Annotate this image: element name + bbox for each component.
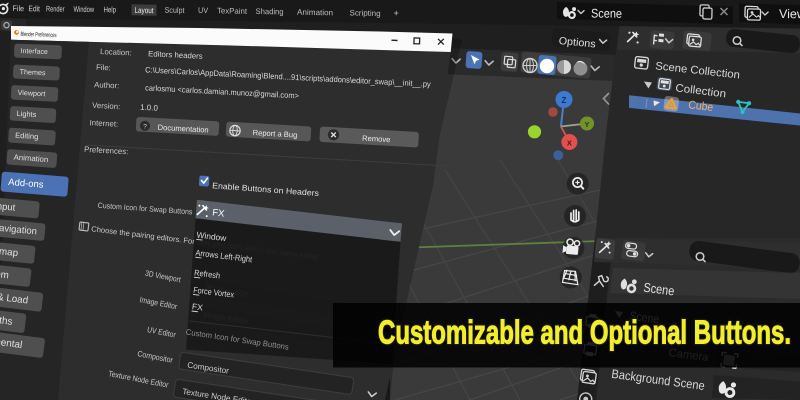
svg-text:Themes: Themes <box>19 67 46 77</box>
svg-text:Internet:: Internet: <box>89 118 118 128</box>
svg-text:Render: Render <box>46 4 65 13</box>
svg-text:TexPaint: TexPaint <box>217 6 248 16</box>
svg-text:Location:: Location: <box>100 47 132 57</box>
svg-text:Customizable and Optional Butt: Customizable and Optional Buttons. <box>378 315 791 352</box>
svg-text:Help: Help <box>103 5 116 14</box>
svg-text:FX: FX <box>212 207 226 219</box>
svg-text:Scripting: Scripting <box>349 8 380 18</box>
svg-text:X: X <box>567 139 572 148</box>
svg-text:+: + <box>393 8 398 18</box>
svg-text:File:: File: <box>96 63 111 73</box>
svg-text:Remove: Remove <box>362 134 391 145</box>
svg-text:Sculpt: Sculpt <box>164 6 185 15</box>
svg-text:Blender Preferences: Blender Preferences <box>20 32 56 39</box>
svg-text:1.0.0: 1.0.0 <box>140 103 159 113</box>
svg-text:Input: Input <box>0 201 16 214</box>
svg-text:Interface: Interface <box>20 48 48 56</box>
svg-text:Author:: Author: <box>94 80 120 90</box>
svg-text:Z: Z <box>562 96 567 105</box>
svg-text:Edit: Edit <box>28 4 40 13</box>
svg-text:Viewport: Viewport <box>17 88 45 98</box>
svg-text:?: ? <box>143 123 147 130</box>
svg-text:UV: UV <box>198 6 209 15</box>
svg-text:Scene: Scene <box>591 7 622 21</box>
svg-text:Window: Window <box>73 5 94 14</box>
svg-text:File: File <box>12 4 24 13</box>
svg-text:Animation: Animation <box>297 8 333 18</box>
svg-text:Version:: Version: <box>92 101 121 111</box>
svg-text:Layout: Layout <box>134 6 154 15</box>
svg-text:View: View <box>779 7 800 21</box>
svg-text:Y: Y <box>585 122 590 129</box>
svg-text:Lights: Lights <box>16 109 37 119</box>
svg-text:Editing: Editing <box>15 131 39 142</box>
svg-text:Shading: Shading <box>255 7 283 17</box>
